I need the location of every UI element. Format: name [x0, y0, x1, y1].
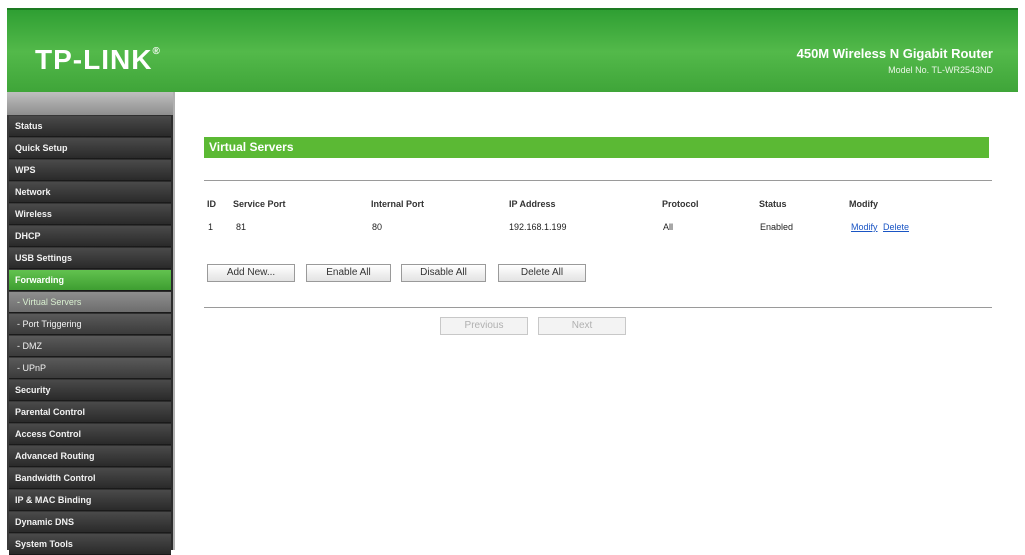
sidebar-item-parental-control[interactable]: Parental Control — [9, 402, 171, 423]
sidebar-item-dynamic-dns[interactable]: Dynamic DNS — [9, 512, 171, 533]
sidebar-item-dhcp[interactable]: DHCP — [9, 226, 171, 247]
table-top-divider — [204, 180, 992, 181]
sidebar-item-forwarding[interactable]: Forwarding — [9, 270, 171, 291]
sidebar-item-port-triggering[interactable]: - Port Triggering — [9, 314, 171, 335]
sidebar-item-virtual-servers[interactable]: - Virtual Servers — [9, 292, 171, 313]
modify-link[interactable]: Modify — [851, 222, 878, 232]
section-title: Virtual Servers — [204, 137, 989, 158]
sidebar-item-wps[interactable]: WPS — [9, 160, 171, 181]
top-banner: TP-LINK® 450M Wireless N Gigabit Router … — [7, 8, 1018, 94]
sidebar-item-advanced-routing[interactable]: Advanced Routing — [9, 446, 171, 467]
sidebar-menu: Status Quick Setup WPS Network Wireless … — [7, 92, 175, 555]
row-status: Enabled — [760, 222, 794, 232]
row-service-port: 81 — [236, 222, 247, 232]
sidebar-item-upnp[interactable]: - UPnP — [9, 358, 171, 379]
row-id: 1 — [208, 222, 214, 232]
sidebar-item-wireless[interactable]: Wireless — [9, 204, 171, 225]
sidebar-item-bandwidth-control[interactable]: Bandwidth Control — [9, 468, 171, 489]
column-header-ip-address: IP Address — [509, 199, 556, 209]
sidebar-top-bar — [7, 92, 173, 115]
sidebar-item-ip-mac-binding[interactable]: IP & MAC Binding — [9, 490, 171, 511]
product-name: 450M Wireless N Gigabit Router — [796, 46, 993, 61]
row-ip-address: 192.168.1.199 — [509, 222, 567, 232]
column-header-status: Status — [759, 199, 787, 209]
column-header-protocol: Protocol — [662, 199, 699, 209]
main-content: Virtual Servers ID Service Port Internal… — [175, 92, 1018, 550]
model-number: Model No. TL-WR2543ND — [888, 65, 993, 75]
column-header-id: ID — [207, 199, 216, 209]
sidebar-item-system-tools[interactable]: System Tools — [9, 534, 171, 555]
delete-all-button[interactable]: Delete All — [498, 264, 586, 282]
row-internal-port: 80 — [372, 222, 383, 232]
column-header-internal-port: Internal Port — [371, 199, 425, 209]
table-bottom-divider — [204, 307, 992, 308]
sidebar-item-dmz[interactable]: - DMZ — [9, 336, 171, 357]
next-button[interactable]: Next — [538, 317, 626, 335]
sidebar-item-quick-setup[interactable]: Quick Setup — [9, 138, 171, 159]
sidebar-item-usb-settings[interactable]: USB Settings — [9, 248, 171, 269]
sidebar-item-network[interactable]: Network — [9, 182, 171, 203]
enable-all-button[interactable]: Enable All — [306, 264, 391, 282]
column-header-modify: Modify — [849, 199, 878, 209]
delete-link[interactable]: Delete — [883, 222, 909, 232]
row-protocol: All — [663, 222, 674, 232]
tp-link-logo: TP-LINK® — [35, 44, 161, 75]
column-header-service-port: Service Port — [233, 199, 286, 209]
disable-all-button[interactable]: Disable All — [401, 264, 486, 282]
add-new-button[interactable]: Add New... — [207, 264, 295, 282]
sidebar-item-status[interactable]: Status — [9, 116, 171, 137]
previous-button[interactable]: Previous — [440, 317, 528, 335]
sidebar-item-security[interactable]: Security — [9, 380, 171, 401]
sidebar-item-access-control[interactable]: Access Control — [9, 424, 171, 445]
